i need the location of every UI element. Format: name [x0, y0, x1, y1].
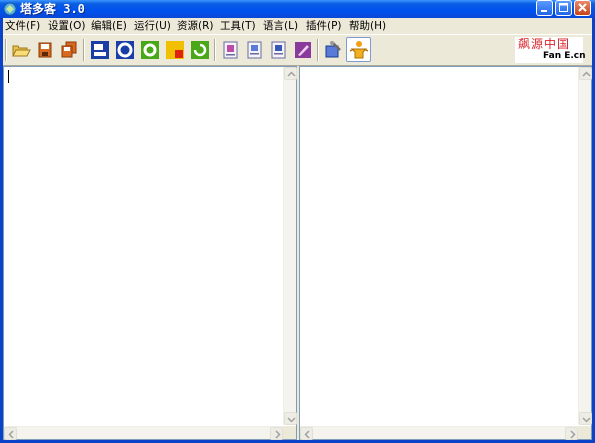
blue-window-button[interactable]: [89, 39, 111, 61]
open-folder-icon: [12, 45, 31, 57]
menu-resources[interactable]: 资源(R): [177, 19, 214, 33]
pen-document-icon: [295, 42, 311, 58]
chevron-down-icon: [287, 417, 296, 423]
toolbar-grip: [5, 39, 7, 61]
save-all-button[interactable]: [58, 39, 80, 61]
minimize-icon: [541, 10, 547, 12]
app-window: 塔多客 3.0 文件(F) 设置(O) 编辑(E) 运行(U) 资源(R) 工具…: [0, 0, 595, 443]
green-ring-icon: [141, 41, 159, 59]
menu-language[interactable]: 语言(L): [263, 19, 298, 33]
toolbar-separator: [83, 39, 85, 61]
document-button-3[interactable]: [268, 39, 290, 61]
right-scroll-down-button[interactable]: [579, 412, 592, 425]
window-title: 塔多客 3.0: [20, 2, 85, 16]
document-button-2[interactable]: [244, 39, 266, 61]
save-button[interactable]: [34, 39, 56, 61]
yellow-red-square-icon: [166, 41, 184, 59]
left-scroll-up-button[interactable]: [284, 67, 297, 80]
blue-ring-icon: [116, 41, 134, 59]
menu-plugins[interactable]: 插件(P): [306, 19, 342, 33]
plugin-button[interactable]: [346, 37, 371, 62]
menu-run[interactable]: 运行(U): [134, 19, 171, 33]
logo-chinese-text: 飙源中国: [518, 37, 571, 51]
right-editor-pane[interactable]: [299, 66, 592, 440]
menu-file[interactable]: 文件(F): [5, 19, 40, 33]
save-all-icon: [61, 41, 77, 58]
minimize-button[interactable]: [536, 0, 553, 16]
close-icon: [578, 3, 587, 12]
open-button[interactable]: [10, 39, 32, 61]
right-scroll-up-button[interactable]: [579, 67, 592, 80]
green-ring-button[interactable]: [139, 39, 161, 61]
right-horizontal-scrollbar[interactable]: [300, 426, 578, 440]
chevron-right-icon: [275, 430, 281, 439]
document-icon-2: [247, 41, 262, 59]
chevron-right-icon: [570, 430, 576, 439]
app-icon: [3, 2, 17, 16]
chevron-down-icon: [582, 417, 591, 423]
left-scroll-corner: [283, 426, 296, 439]
right-vertical-scrollbar[interactable]: [578, 67, 592, 425]
right-scroll-corner: [578, 426, 591, 439]
chevron-up-icon: [287, 71, 296, 77]
pen-document-button[interactable]: [292, 39, 314, 61]
chevron-up-icon: [582, 71, 591, 77]
menu-edit[interactable]: 编辑(E): [91, 19, 127, 33]
toolbar: 飙源中国 Fan E.cn: [3, 34, 592, 66]
menu-settings[interactable]: 设置(O): [48, 19, 85, 33]
document-icon-3: [271, 41, 286, 59]
save-icon: [38, 42, 52, 58]
client-area: 文件(F) 设置(O) 编辑(E) 运行(U) 资源(R) 工具(T) 语言(L…: [3, 18, 592, 440]
tools-button[interactable]: [322, 39, 344, 61]
toolbar-separator: [317, 39, 319, 61]
toolbar-separator: [214, 39, 216, 61]
menu-tools[interactable]: 工具(T): [220, 19, 256, 33]
tools-icon: [325, 41, 341, 58]
left-vertical-scrollbar[interactable]: [283, 67, 297, 425]
maximize-button[interactable]: [555, 0, 572, 16]
menu-bar: 文件(F) 设置(O) 编辑(E) 运行(U) 资源(R) 工具(T) 语言(L…: [3, 18, 592, 33]
right-scroll-right-button[interactable]: [565, 427, 578, 440]
logo-english-text: Fan E.cn: [543, 51, 586, 61]
left-scroll-right-button[interactable]: [270, 427, 283, 440]
close-button[interactable]: [574, 0, 591, 16]
right-scroll-left-button[interactable]: [300, 427, 313, 440]
blue-ring-button[interactable]: [114, 39, 136, 61]
title-bar[interactable]: 塔多客 3.0: [0, 0, 595, 18]
maximize-icon: [559, 3, 568, 12]
document-button-1[interactable]: [220, 39, 242, 61]
plugin-figure-icon: [349, 41, 369, 59]
green-refresh-icon: [191, 41, 209, 59]
left-editor-pane[interactable]: [3, 66, 297, 440]
left-scroll-left-button[interactable]: [4, 427, 17, 440]
document-icon-1: [223, 41, 238, 59]
text-cursor: [8, 70, 9, 83]
chevron-left-icon: [8, 430, 14, 439]
brand-logo: 飙源中国 Fan E.cn: [515, 37, 586, 63]
left-horizontal-scrollbar[interactable]: [4, 426, 283, 440]
chevron-left-icon: [304, 430, 310, 439]
blue-window-icon: [91, 41, 109, 59]
menu-help[interactable]: 帮助(H): [349, 19, 386, 33]
yellow-square-button[interactable]: [164, 39, 186, 61]
green-refresh-button[interactable]: [189, 39, 211, 61]
left-scroll-down-button[interactable]: [284, 412, 297, 425]
